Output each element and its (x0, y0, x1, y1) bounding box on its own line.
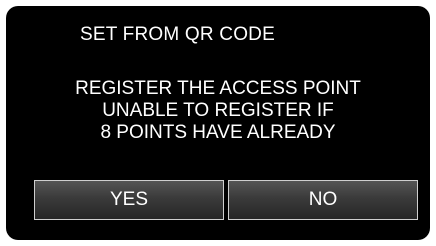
message-line-1: REGISTER THE ACCESS POINT (75, 78, 361, 99)
camera-dialog-screen: SET FROM QR CODE REGISTER THE ACCESS POI… (6, 6, 430, 240)
dialog-title: SET FROM QR CODE (80, 24, 275, 45)
no-button[interactable]: NO (228, 180, 418, 220)
message-line-2: UNABLE TO REGISTER IF (102, 100, 334, 121)
yes-button[interactable]: YES (34, 180, 224, 220)
message-line-3: 8 POINTS HAVE ALREADY (100, 122, 336, 143)
dialog-message: REGISTER THE ACCESS POINT UNABLE TO REGI… (6, 78, 430, 144)
